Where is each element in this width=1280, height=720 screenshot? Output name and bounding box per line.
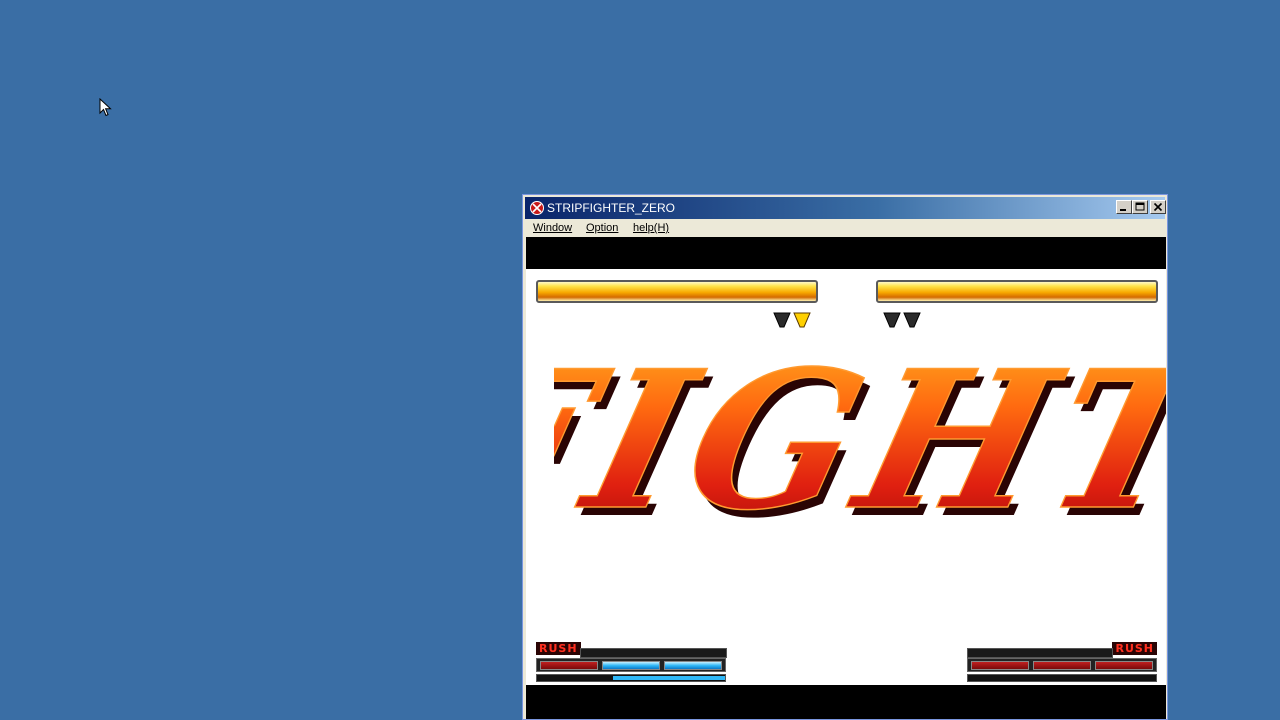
rush-cells [536,658,726,672]
player1-health-bar [536,280,818,303]
rush-cell [664,661,722,670]
rush-meter-fill [613,676,725,680]
player2-rush-gauge: RUSH [967,642,1157,686]
title-bar[interactable]: STRIPFIGHTER_ZERO [525,197,1166,219]
rush-label: RUSH [1112,642,1157,655]
rush-meter [536,674,726,682]
player2-health-bar [876,280,1158,303]
menu-window[interactable]: Window [533,221,572,235]
rush-cell [1033,661,1091,670]
rush-cells [967,658,1157,672]
game-window: STRIPFIGHTER_ZERO Window Option help(H) [522,194,1168,720]
fight-banner: FIGHT FIGHT [554,328,1166,560]
game-viewport[interactable]: FIGHT FIGHT RUSH RUSH [526,237,1166,719]
maximize-icon [1135,202,1145,211]
window-title: STRIPFIGHTER_ZERO [547,201,676,215]
close-icon [1153,202,1163,212]
rush-cell [971,661,1029,670]
rush-cell [540,661,598,670]
app-icon [530,201,544,215]
minimize-icon [1120,209,1126,211]
minimize-button[interactable] [1116,200,1132,214]
menu-option[interactable]: Option [586,221,618,235]
rush-meter [967,674,1157,682]
rush-cell [602,661,660,670]
rush-label: RUSH [536,642,581,655]
rush-cell [1095,661,1153,670]
player1-rush-gauge: RUSH [536,642,727,686]
fight-text: FIGHT [554,329,1166,553]
mouse-pointer-icon [99,98,112,117]
close-button[interactable] [1150,200,1166,214]
maximize-button[interactable] [1132,200,1148,214]
menu-bar: Window Option help(H) [525,219,1165,237]
menu-help[interactable]: help(H) [633,221,669,235]
